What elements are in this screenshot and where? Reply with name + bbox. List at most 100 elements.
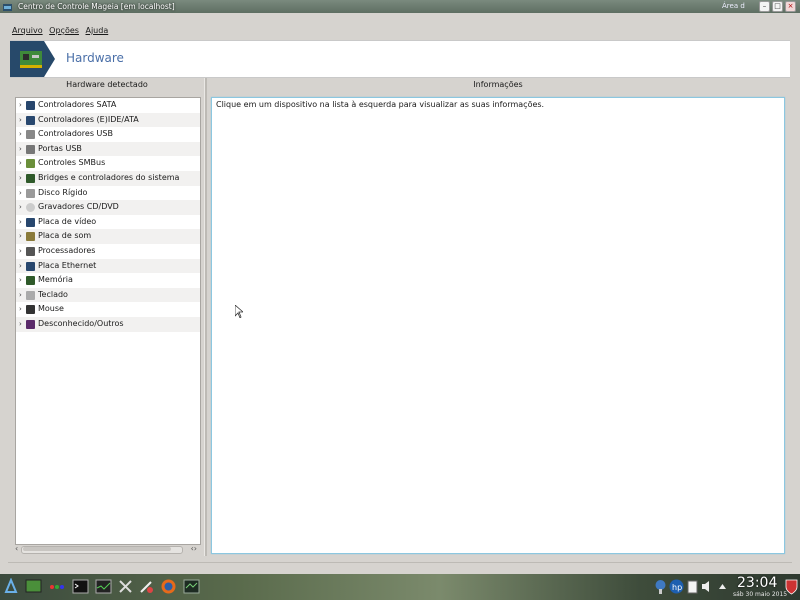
scroll-right-icon[interactable]: ‹› <box>191 544 197 553</box>
expand-arrow-icon[interactable]: › <box>19 156 25 171</box>
tree-item-label: Placa Ethernet <box>38 260 97 270</box>
tree-item-label: Placa de vídeo <box>38 216 97 226</box>
tree-item[interactable]: › Teclado <box>16 287 200 303</box>
scroll-thumb[interactable] <box>23 547 171 551</box>
processor-icon <box>26 246 35 256</box>
tray-expand-icon[interactable] <box>714 578 731 595</box>
expand-arrow-icon[interactable]: › <box>19 98 25 113</box>
clock-time[interactable]: 23:04 <box>737 574 777 592</box>
expand-arrow-icon[interactable]: › <box>19 215 25 230</box>
menu-opcoes[interactable]: Opções <box>49 24 79 38</box>
smbus-icon <box>26 159 35 169</box>
firefox-icon[interactable] <box>160 578 177 595</box>
clock-date: sáb 30 maio 2015 <box>733 591 788 598</box>
tree-item-label: Controles SMBus <box>38 158 106 168</box>
expand-arrow-icon[interactable]: › <box>19 317 25 332</box>
sound-card-icon <box>26 232 35 242</box>
network-icon[interactable] <box>652 578 669 595</box>
tree-item[interactable]: › Controladores SATA <box>16 98 200 113</box>
expand-arrow-icon[interactable]: › <box>19 127 25 142</box>
minimize-button[interactable]: – <box>759 1 770 12</box>
tree-item[interactable]: › Controladores USB <box>16 127 200 142</box>
close-button[interactable]: × <box>785 1 796 12</box>
tree-item-label: Teclado <box>38 289 68 299</box>
tree-item-label: Bridges e controladores do sistema <box>38 172 180 182</box>
info-panel: Clique em um dispositivo na lista à esqu… <box>211 97 785 554</box>
expand-arrow-icon[interactable]: › <box>19 302 25 317</box>
hp-printer-icon[interactable]: hp <box>668 578 685 595</box>
terminal-icon[interactable] <box>72 578 89 595</box>
expand-arrow-icon[interactable]: › <box>19 259 25 274</box>
tree-item-label: Processadores <box>38 245 96 255</box>
control-center-icon[interactable] <box>138 578 155 595</box>
sata-controller-icon <box>26 101 35 110</box>
tree-item[interactable]: › Disco Rígido <box>16 186 200 201</box>
tree-item-label: Portas USB <box>38 143 82 153</box>
apps-dots-icon[interactable] <box>48 578 65 595</box>
menu-arquivo[interactable]: Arquivo <box>12 24 43 38</box>
ethernet-icon <box>26 261 35 271</box>
tree-item[interactable]: › Placa Ethernet <box>16 258 200 274</box>
svg-text:hp: hp <box>672 583 682 592</box>
keyboard-icon <box>26 290 35 300</box>
header-banner: Hardware <box>10 40 790 78</box>
tree-item[interactable]: › Placa de vídeo <box>16 215 200 230</box>
cd-dvd-icon <box>26 203 35 213</box>
hardware-icon <box>10 41 55 77</box>
tree-horizontal-scrollbar[interactable]: ‹ ‹› <box>15 544 199 554</box>
expand-arrow-icon[interactable]: › <box>19 186 25 201</box>
expand-arrow-icon[interactable]: › <box>19 171 25 186</box>
usb-port-icon <box>26 144 35 154</box>
expand-arrow-icon[interactable]: › <box>19 113 25 128</box>
menu-bar: Arquivo Opções Ajuda <box>0 24 800 38</box>
bridge-icon <box>26 173 35 183</box>
hard-disk-icon <box>26 188 35 198</box>
tools-icon[interactable] <box>117 578 134 595</box>
expand-arrow-icon[interactable]: › <box>19 288 25 303</box>
mageia-app-icon <box>3 4 12 11</box>
system-monitor-icon[interactable] <box>95 578 112 595</box>
tree-item[interactable]: › Placa de som <box>16 229 200 244</box>
right-panel-title: Informações <box>473 80 523 89</box>
expand-arrow-icon[interactable]: › <box>19 229 25 244</box>
tree-item[interactable]: › Memória <box>16 273 200 288</box>
maximize-button[interactable]: □ <box>772 1 783 12</box>
tree-item-label: Controladores (E)IDE/ATA <box>38 114 139 124</box>
expand-arrow-icon[interactable]: › <box>19 244 25 259</box>
tree-item[interactable]: › Controladores (E)IDE/ATA <box>16 112 200 128</box>
menu-ajuda[interactable]: Ajuda <box>85 24 108 38</box>
info-message: Clique em um dispositivo na lista à esqu… <box>216 100 545 109</box>
tree-item-label: Gravadores CD/DVD <box>38 202 119 212</box>
mageia-menu-icon[interactable] <box>3 578 20 595</box>
tree-item[interactable]: › Portas USB <box>16 141 200 157</box>
memory-icon <box>26 276 35 286</box>
tree-item-label: Placa de som <box>38 231 92 241</box>
tree-item[interactable]: › Mouse <box>16 302 200 317</box>
ide-controller-icon <box>26 115 35 125</box>
panel-splitter[interactable] <box>204 78 207 556</box>
tree-item-label: Disco Rígido <box>38 187 88 197</box>
hardware-tree[interactable]: › Controladores SATA › Controladores (E)IDE… <box>15 97 201 545</box>
shield-icon[interactable] <box>785 578 798 595</box>
tree-item-label: Memória <box>38 275 73 285</box>
window-titlebar[interactable]: Centro de Controle Mageia [em localhost]… <box>0 0 800 13</box>
expand-arrow-icon[interactable]: › <box>19 142 25 157</box>
tree-item[interactable]: › Desconhecido/Outros <box>16 316 200 332</box>
video-card-icon <box>26 217 35 227</box>
taskbar: hp 23:04 sáb 30 maio 2015 <box>0 574 800 600</box>
desktop-icon[interactable] <box>25 578 42 595</box>
page-title: Hardware <box>66 51 124 65</box>
window-side-text: Área d <box>722 2 745 10</box>
tree-item[interactable]: › Bridges e controladores do sistema <box>16 170 200 186</box>
scroll-left-icon[interactable]: ‹ <box>15 544 18 553</box>
tree-item-label: Desconhecido/Outros <box>38 318 124 328</box>
tree-item[interactable]: › Processadores <box>16 244 200 259</box>
active-window-icon[interactable] <box>183 578 200 595</box>
status-bar <box>8 562 792 567</box>
tree-item[interactable]: › Gravadores CD/DVD <box>16 200 200 215</box>
expand-arrow-icon[interactable]: › <box>19 273 25 288</box>
tree-item-label: Controladores SATA <box>38 100 117 109</box>
expand-arrow-icon[interactable]: › <box>19 200 25 215</box>
window-title: Centro de Controle Mageia [em localhost] <box>18 2 175 11</box>
tree-item[interactable]: › Controles SMBus <box>16 156 200 171</box>
